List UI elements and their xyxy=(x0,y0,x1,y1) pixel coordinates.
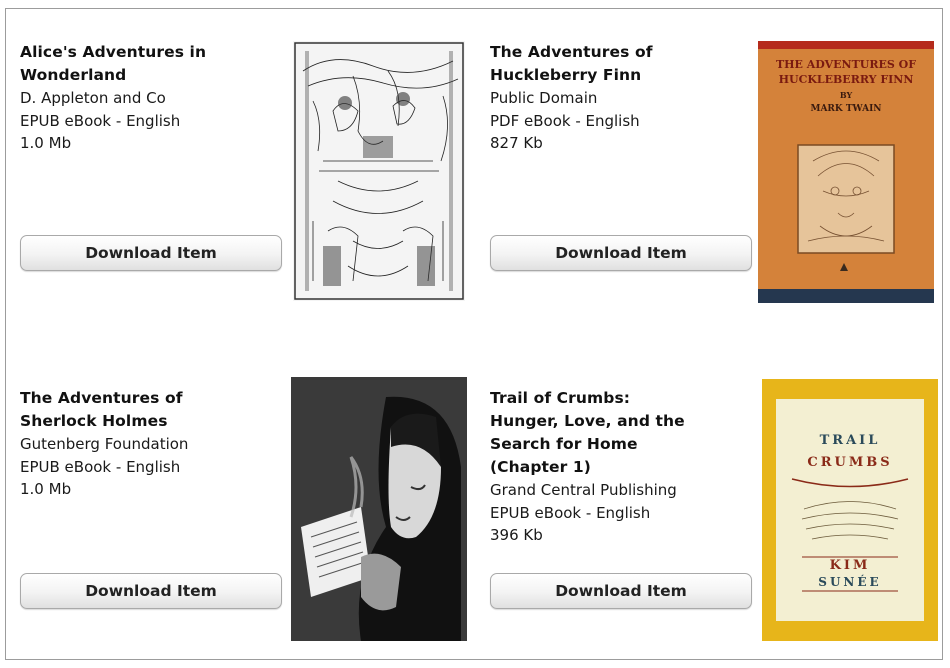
cover-word: CRUMBS xyxy=(807,455,893,470)
detective-portrait-icon[interactable] xyxy=(291,377,467,641)
item-info: Alice's Adventures in Wonderland D. Appl… xyxy=(20,41,282,155)
download-item-button[interactable]: Download Item xyxy=(490,573,752,609)
cover-author: MARK TWAIN xyxy=(810,104,882,114)
title-line: Hunger, Love, and the xyxy=(490,412,685,430)
title-line: (Chapter 1) xyxy=(490,458,591,476)
engraving-illustration-icon[interactable] xyxy=(293,41,465,301)
catalog-item: The Adventures of Huckleberry Finn Publi… xyxy=(490,41,940,303)
item-publisher: Grand Central Publishing xyxy=(490,481,677,499)
title-line: Trail of Crumbs: xyxy=(490,389,631,407)
book-cover-portrait-icon[interactable]: THE ADVENTURES OF HUCKLEBERRY FINN BY MA… xyxy=(758,41,934,303)
item-publisher: Gutenberg Foundation xyxy=(20,435,189,453)
title-line: Search for Home xyxy=(490,435,638,453)
item-format: EPUB eBook - English xyxy=(20,111,181,130)
cover-author: SUNÉE xyxy=(818,575,882,589)
item-publisher: D. Appleton and Co xyxy=(20,89,166,107)
catalog-item: Trail of Crumbs: Hunger, Love, and the S… xyxy=(490,377,940,641)
item-info: The Adventures of Sherlock Holmes Gutenb… xyxy=(20,387,282,501)
cover-title: HUCKLEBERRY FINN xyxy=(778,73,914,86)
item-info: Trail of Crumbs: Hunger, Love, and the S… xyxy=(490,387,752,547)
item-size: 827 Kb xyxy=(490,134,543,152)
item-title[interactable]: Alice's Adventures in Wonderland xyxy=(20,41,282,87)
catalog-item: The Adventures of Sherlock Holmes Gutenb… xyxy=(20,377,470,641)
cover-author: KIM xyxy=(829,558,871,573)
download-item-button[interactable]: Download Item xyxy=(20,235,282,271)
title-line: Sherlock Holmes xyxy=(20,412,168,430)
download-item-button[interactable]: Download Item xyxy=(490,235,752,271)
item-format: EPUB eBook - English xyxy=(490,503,651,522)
item-format: EPUB eBook - English xyxy=(20,457,181,476)
title-line: Huckleberry Finn xyxy=(490,66,642,84)
item-format: PDF eBook - English xyxy=(490,111,640,130)
item-size: 396 Kb xyxy=(490,526,543,544)
catalog-item: Alice's Adventures in Wonderland D. Appl… xyxy=(20,41,470,301)
title-line: Alice's Adventures in xyxy=(20,43,207,61)
catalog-grid: Alice's Adventures in Wonderland D. Appl… xyxy=(5,8,943,660)
item-info: The Adventures of Huckleberry Finn Publi… xyxy=(490,41,752,155)
download-item-button[interactable]: Download Item xyxy=(20,573,282,609)
item-title[interactable]: The Adventures of Huckleberry Finn xyxy=(490,41,752,87)
item-title[interactable]: Trail of Crumbs: Hunger, Love, and the S… xyxy=(490,387,752,479)
cover-byline: BY xyxy=(839,90,853,100)
cover-title: THE ADVENTURES OF xyxy=(775,58,917,71)
book-cover-typography-icon[interactable]: TRAIL CRUMBS KIM SUNÉE xyxy=(762,379,938,641)
title-line: The Adventures of xyxy=(20,389,183,407)
title-line: Wonderland xyxy=(20,66,127,84)
item-size: 1.0 Mb xyxy=(20,480,72,498)
item-title[interactable]: The Adventures of Sherlock Holmes xyxy=(20,387,282,433)
item-publisher: Public Domain xyxy=(490,89,598,107)
item-size: 1.0 Mb xyxy=(20,134,72,152)
title-line: The Adventures of xyxy=(490,43,653,61)
cover-word: TRAIL xyxy=(819,433,881,448)
